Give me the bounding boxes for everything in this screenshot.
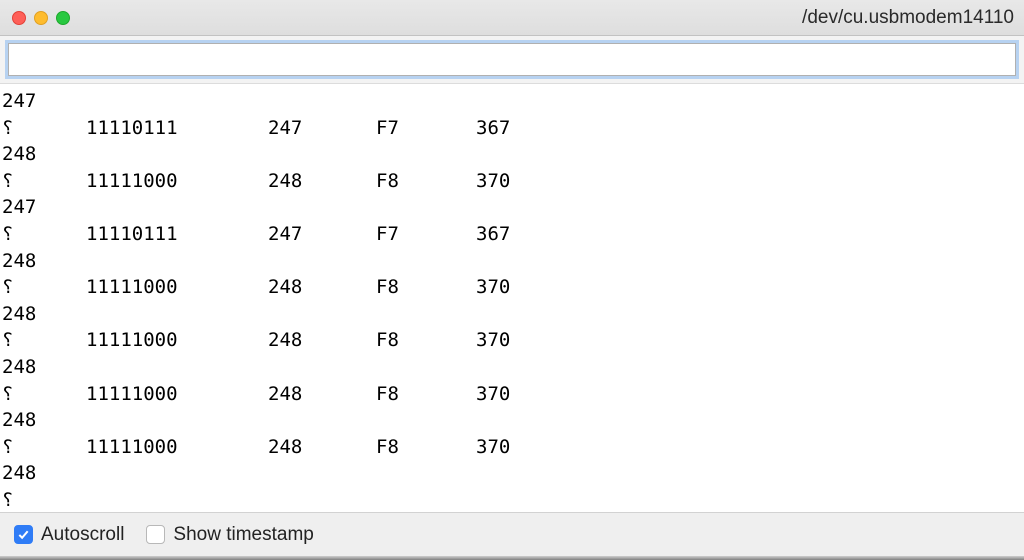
log-line: 247	[2, 194, 1024, 221]
window-title: /dev/cu.usbmodem14110	[802, 7, 1014, 29]
log-line: ⸮11111000248F8370	[2, 434, 1024, 461]
log-line: ⸮	[2, 487, 1024, 512]
timestamp-label: Show timestamp	[173, 524, 313, 546]
autoscroll-label: Autoscroll	[41, 524, 124, 546]
log-line: ⸮11110111247F7367	[2, 115, 1024, 142]
window-controls	[12, 11, 70, 25]
window-bottom-edge	[0, 556, 1024, 560]
log-line: 248	[2, 460, 1024, 487]
window-titlebar: /dev/cu.usbmodem14110	[0, 0, 1024, 36]
log-line: 248	[2, 354, 1024, 381]
timestamp-checkbox[interactable]	[146, 525, 165, 544]
log-line: ⸮11111000248F8370	[2, 327, 1024, 354]
log-line: ⸮11111000248F8370	[2, 381, 1024, 408]
maximize-button[interactable]	[56, 11, 70, 25]
log-line: ⸮11110111247F7367	[2, 221, 1024, 248]
serial-input[interactable]	[8, 43, 1016, 76]
timestamp-option[interactable]: Show timestamp	[146, 524, 313, 546]
log-line: ⸮11111000248F8370	[2, 274, 1024, 301]
input-bar	[0, 36, 1024, 84]
minimize-button[interactable]	[34, 11, 48, 25]
check-icon	[17, 528, 30, 541]
log-line: ⸮11111000248F8370	[2, 168, 1024, 195]
serial-output[interactable]: 247⸮11110111247F7367248⸮11111000248F8370…	[0, 84, 1024, 512]
footer-bar: Autoscroll Show timestamp	[0, 512, 1024, 556]
log-line: 248	[2, 141, 1024, 168]
autoscroll-option[interactable]: Autoscroll	[14, 524, 124, 546]
log-line: 248	[2, 301, 1024, 328]
close-button[interactable]	[12, 11, 26, 25]
autoscroll-checkbox[interactable]	[14, 525, 33, 544]
log-line: 248	[2, 407, 1024, 434]
log-line: 247	[2, 88, 1024, 115]
log-line: 248	[2, 248, 1024, 275]
